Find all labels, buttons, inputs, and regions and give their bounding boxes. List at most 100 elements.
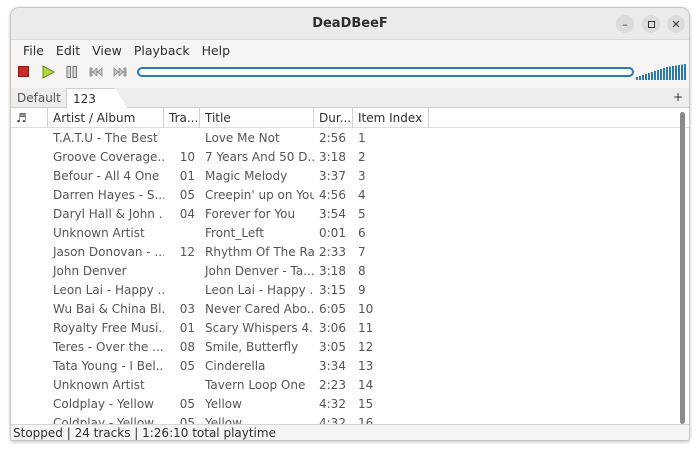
app-window: DeaDBeeF – ✕ File Edit View Playback Hel…: [10, 7, 690, 441]
track-item-index: 13: [358, 359, 374, 373]
track-duration: 3:37: [319, 169, 346, 183]
track-number: 08: [179, 340, 195, 354]
column-track[interactable]: Tra...: [164, 108, 200, 128]
close-button[interactable]: ✕: [667, 15, 685, 33]
pause-icon[interactable]: [65, 65, 79, 79]
menu-edit[interactable]: Edit: [50, 43, 86, 58]
track-title: Cinderella: [205, 359, 266, 373]
track-duration: 2:33: [319, 245, 346, 259]
track-artist-album: Coldplay - Yellow: [53, 397, 154, 411]
track-row[interactable]: Befour - All 4 One 01 Magic Melody 3:37 3: [11, 167, 689, 186]
track-duration: 4:56: [319, 188, 346, 202]
track-artist-album: Teres - Over the ...: [53, 340, 164, 354]
track-item-index: 15: [358, 397, 374, 411]
track-duration: 3:06: [319, 321, 346, 335]
track-number: 12: [179, 245, 195, 259]
column-artist-album[interactable]: Artist / Album: [48, 108, 164, 128]
track-item-index: 14: [358, 378, 374, 392]
track-row[interactable]: Royalty Free Musi... 01 Scary Whispers 4..…: [11, 319, 689, 338]
track-item-index: 1: [358, 131, 366, 145]
add-tab-button[interactable]: +: [673, 90, 683, 104]
track-duration: 3:15: [319, 283, 346, 297]
track-row[interactable]: Daryl Hall & John ... 04 Forever for You 3:…: [11, 205, 689, 224]
column-item-index[interactable]: Item Index: [353, 108, 429, 128]
track-duration: 4:32: [319, 416, 346, 424]
tab-default[interactable]: Default: [11, 88, 67, 108]
track-artist-album: Befour - All 4 One: [53, 169, 160, 183]
track-number: 05: [179, 397, 195, 411]
track-number: 05: [179, 188, 195, 202]
track-row[interactable]: Unknown Artist Tavern Loop One 2:23 14: [11, 376, 689, 395]
track-item-index: 9: [358, 283, 366, 297]
title-bar: DeaDBeeF – ✕: [11, 8, 689, 40]
track-number: 10: [179, 150, 195, 164]
track-number: 05: [179, 416, 195, 424]
status-bar: Stopped | 24 tracks | 1:26:10 total play…: [11, 424, 689, 440]
track-artist-album: Unknown Artist: [53, 378, 145, 392]
menu-view[interactable]: View: [86, 43, 128, 58]
track-artist-album: Royalty Free Musi...: [53, 321, 164, 335]
track-duration: 3:34: [319, 359, 346, 373]
menu-playback[interactable]: Playback: [128, 43, 196, 58]
track-duration: 2:23: [319, 378, 346, 392]
track-row[interactable]: Darren Hayes - S... 05 Creepin' up on You 4…: [11, 186, 689, 205]
track-title: Scary Whispers 4...: [205, 321, 314, 335]
menu-help[interactable]: Help: [196, 43, 237, 58]
playlist: ♬ Artist / Album Tra... Title Dur... Ite…: [11, 108, 689, 424]
menu-file[interactable]: File: [17, 43, 50, 58]
track-title: John Denver - Ta...: [205, 264, 314, 278]
close-icon: ✕: [671, 17, 681, 31]
track-number: 05: [179, 359, 195, 373]
track-artist-album: T.A.T.U - The Best: [53, 131, 158, 145]
playlist-rows: T.A.T.U - The Best Love Me Not 2:56 1 Groove…: [11, 129, 689, 424]
track-item-index: 8: [358, 264, 366, 278]
track-duration: 3:54: [319, 207, 346, 221]
track-row[interactable]: Teres - Over the ... 08 Smile, Butterfly 3:…: [11, 338, 689, 357]
track-title: Forever for You: [205, 207, 296, 221]
track-title: Love Me Not: [205, 131, 280, 145]
play-icon[interactable]: [41, 65, 55, 79]
maximize-icon: [647, 20, 655, 28]
track-duration: 2:56: [319, 131, 346, 145]
track-artist-album: Coldplay - Yellow: [53, 416, 154, 424]
track-item-index: 4: [358, 188, 366, 202]
tab-123[interactable]: 123: [66, 88, 128, 108]
track-duration: 4:32: [319, 397, 346, 411]
playlist-scrollbar[interactable]: [680, 112, 685, 424]
track-row[interactable]: Groove Coverage... 10 7 Years And 50 D... 3…: [11, 148, 689, 167]
track-title: Creepin' up on You: [205, 188, 314, 202]
track-row[interactable]: Coldplay - Yellow 05 Yellow 4:32 16: [11, 414, 689, 424]
column-duration[interactable]: Dur...: [314, 108, 353, 128]
track-item-index: 6: [358, 226, 366, 240]
track-row[interactable]: Leon Lai - Happy ... Leon Lai - Happy ...…: [11, 281, 689, 300]
next-track-icon[interactable]: [113, 65, 127, 79]
minimize-button[interactable]: –: [616, 15, 634, 33]
track-title: Never Cared Abo...: [205, 302, 314, 316]
track-row[interactable]: Wu Bai & China Bl... 03 Never Cared Abo...…: [11, 300, 689, 319]
track-row[interactable]: Jason Donovan - ... 12 Rhythm Of The Rain 2…: [11, 243, 689, 262]
track-row[interactable]: John Denver John Denver - Ta... 3:18 8: [11, 262, 689, 281]
track-row[interactable]: Coldplay - Yellow 05 Yellow 4:32 15: [11, 395, 689, 414]
track-row[interactable]: Unknown Artist Front_Left 0:01 6: [11, 224, 689, 243]
column-title[interactable]: Title: [200, 108, 314, 128]
volume-bar[interactable]: [636, 64, 688, 80]
track-row[interactable]: Tata Young - I Bel... 05 Cinderella 3:34 13: [11, 357, 689, 376]
previous-track-icon[interactable]: [89, 65, 103, 79]
track-duration: 3:18: [319, 150, 346, 164]
window-title: DeaDBeeF: [312, 16, 388, 31]
maximize-button[interactable]: [642, 15, 660, 33]
track-item-index: 5: [358, 207, 366, 221]
track-duration: 3:18: [319, 264, 346, 278]
track-number: [164, 376, 200, 395]
track-item-index: 10: [358, 302, 374, 316]
stop-icon[interactable]: [17, 65, 31, 79]
track-duration: 0:01: [319, 226, 346, 240]
playlist-header: ♬ Artist / Album Tra... Title Dur... Ite…: [11, 108, 689, 128]
track-title: Yellow: [205, 397, 242, 411]
track-number: 04: [179, 207, 195, 221]
track-number: [164, 129, 200, 148]
column-playing[interactable]: ♬: [11, 108, 48, 128]
track-row[interactable]: T.A.T.U - The Best Love Me Not 2:56 1: [11, 129, 689, 148]
seek-bar[interactable]: [137, 67, 634, 77]
track-title: 7 Years And 50 D...: [205, 150, 314, 164]
